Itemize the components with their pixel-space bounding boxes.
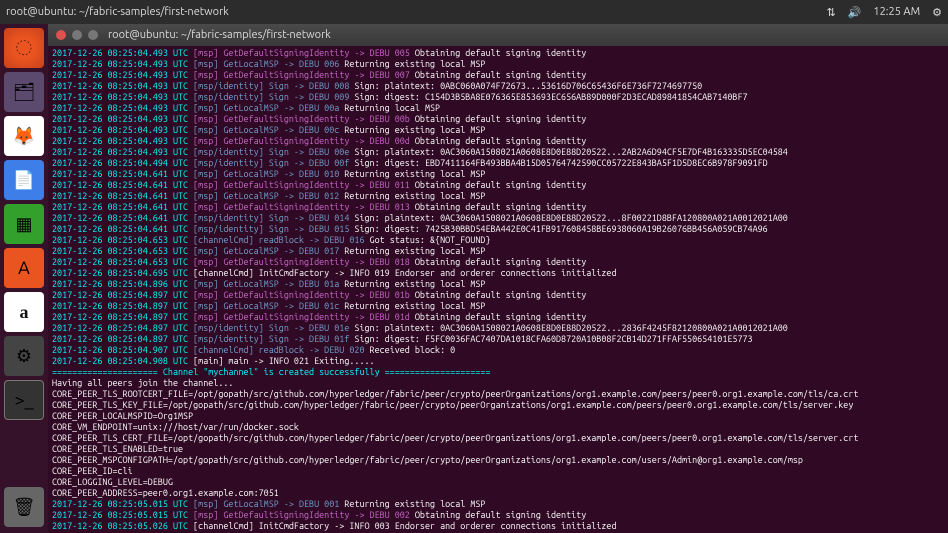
firefox-icon[interactable]: 🦊 xyxy=(4,116,44,156)
terminal-output[interactable]: 2017-12-26 08:25:04.493 UTC [msp] GetDef… xyxy=(48,46,948,533)
files-icon[interactable]: 🗂 xyxy=(4,72,44,112)
amazon-icon[interactable]: a xyxy=(4,292,44,332)
terminal-icon[interactable]: >_ xyxy=(4,380,44,420)
maximize-icon[interactable] xyxy=(88,30,98,40)
terminal-titlebar[interactable]: root@ubuntu: ~/fabric-samples/first-netw… xyxy=(48,24,948,46)
terminal-title-text: root@ubuntu: ~/fabric-samples/first-netw… xyxy=(108,29,331,41)
ubuntu-dash-icon[interactable]: ◌ xyxy=(4,28,44,68)
minimize-icon[interactable] xyxy=(72,30,82,40)
menu-bar: root@ubuntu: ~/fabric-samples/first-netw… xyxy=(0,0,948,24)
trash-icon[interactable]: 🗑 xyxy=(4,487,44,527)
clock[interactable]: 12:25 AM xyxy=(873,6,920,18)
settings-icon[interactable]: ⚙ xyxy=(4,336,44,376)
ubuntu-software-icon[interactable]: A xyxy=(4,248,44,288)
terminal-window: root@ubuntu: ~/fabric-samples/first-netw… xyxy=(48,24,948,533)
sound-icon[interactable]: 🔊 xyxy=(848,6,862,19)
settings-gear-icon[interactable]: ⚙ xyxy=(932,6,942,19)
network-icon[interactable]: ⇅ xyxy=(826,6,835,19)
close-icon[interactable] xyxy=(56,30,66,40)
libreoffice-writer-icon[interactable]: 📄 xyxy=(4,160,44,200)
window-title: root@ubuntu: ~/fabric-samples/first-netw… xyxy=(6,6,826,18)
launcher: ◌ 🗂 🦊 📄 ▦ A a ⚙ >_ 🗑 xyxy=(0,24,48,533)
libreoffice-calc-icon[interactable]: ▦ xyxy=(4,204,44,244)
